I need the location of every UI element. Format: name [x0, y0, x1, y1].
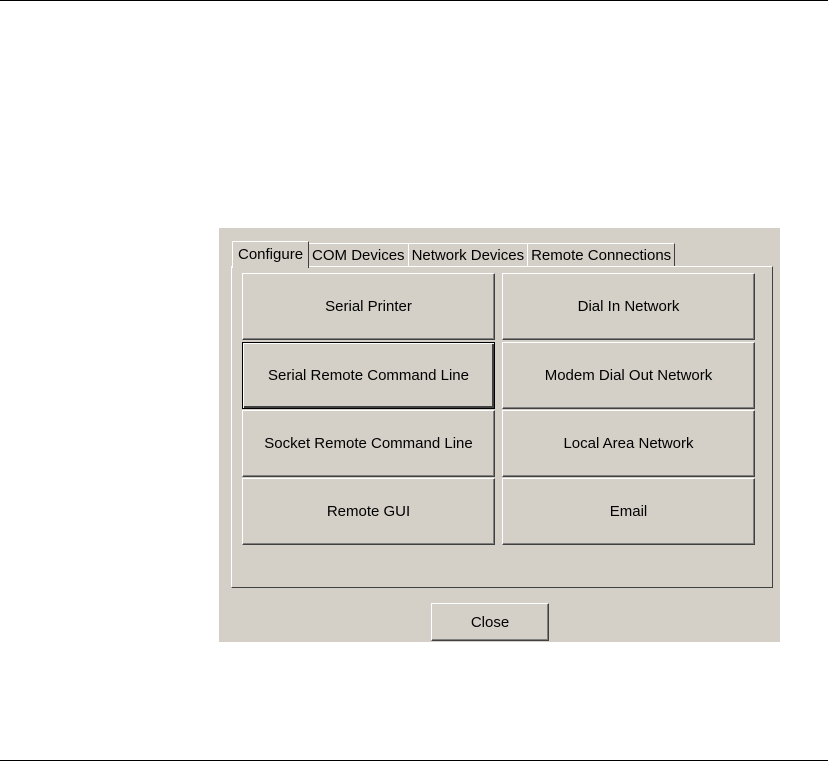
email-button[interactable]: Email — [502, 478, 755, 545]
dial-in-network-button[interactable]: Dial In Network — [502, 273, 755, 340]
page-bottom-rule — [0, 760, 828, 761]
tab-remote-connections[interactable]: Remote Connections — [527, 243, 676, 267]
tab-com-devices[interactable]: COM Devices — [308, 243, 409, 267]
modem-dial-out-network-button[interactable]: Modem Dial Out Network — [502, 342, 755, 409]
serial-remote-command-line-button[interactable]: Serial Remote Command Line — [242, 342, 495, 409]
socket-remote-command-line-button[interactable]: Socket Remote Command Line — [242, 410, 495, 477]
configure-tab-panel: Serial Printer Dial In Network Serial Re… — [231, 266, 773, 588]
tab-configure[interactable]: Configure — [232, 241, 310, 268]
tab-strip: Configure COM Devices Network Devices Re… — [232, 240, 676, 268]
close-button[interactable]: Close — [431, 603, 549, 641]
configuration-dialog: Configure COM Devices Network Devices Re… — [219, 228, 780, 642]
remote-gui-button[interactable]: Remote GUI — [242, 478, 495, 545]
serial-printer-button[interactable]: Serial Printer — [242, 273, 495, 340]
tab-network-devices[interactable]: Network Devices — [407, 243, 529, 267]
local-area-network-button[interactable]: Local Area Network — [502, 410, 755, 477]
page-top-rule — [0, 0, 828, 1]
